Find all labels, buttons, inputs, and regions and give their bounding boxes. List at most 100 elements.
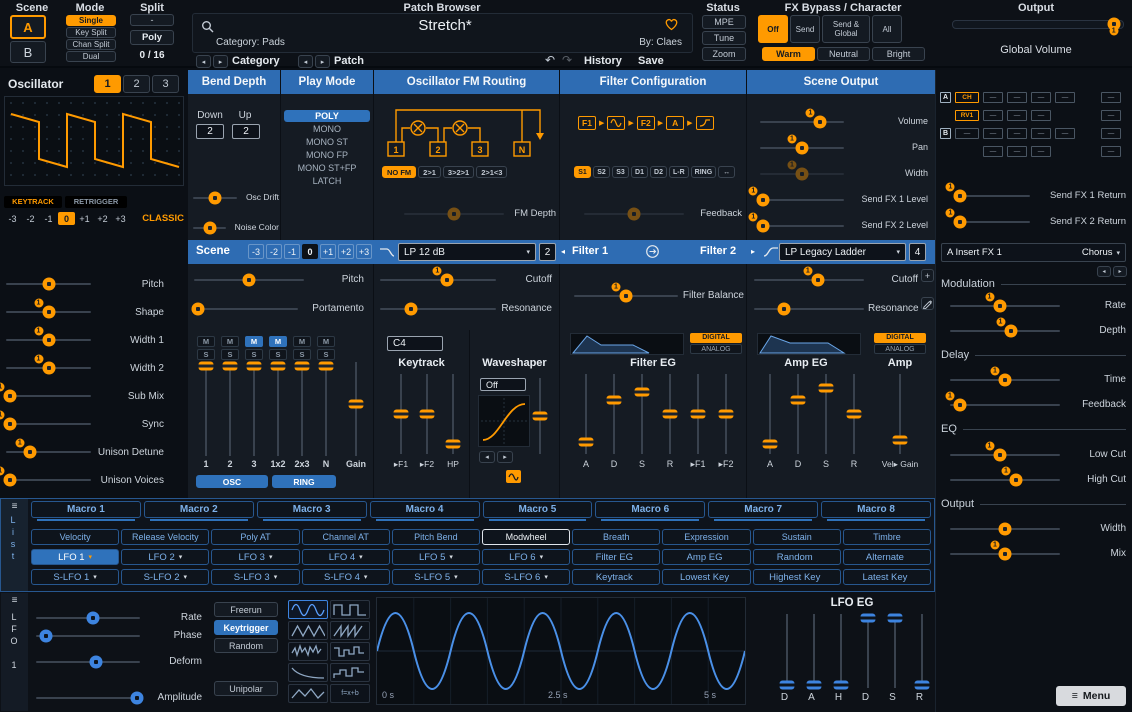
macro-value-bar[interactable] bbox=[489, 519, 587, 521]
keytrack-root-note[interactable]: C4 bbox=[387, 336, 443, 351]
filter-config-button[interactable]: S2 bbox=[593, 166, 610, 178]
category-next-button[interactable]: ▸ bbox=[213, 55, 228, 68]
scene-octave-button[interactable]: -1 bbox=[284, 244, 300, 259]
search-icon[interactable] bbox=[201, 20, 214, 33]
mod-source-button[interactable]: Breath bbox=[572, 529, 660, 545]
fm-routing-diagram[interactable]: 1 2 3 N bbox=[382, 98, 552, 162]
category-prev-button[interactable]: ◂ bbox=[196, 55, 211, 68]
filter2-type-dropdown[interactable]: LP Legacy Ladder▾ bbox=[779, 243, 906, 261]
chevron-down-icon[interactable]: ▾ bbox=[540, 553, 544, 561]
fx-slot-empty[interactable]: — bbox=[1007, 110, 1027, 121]
lfo-shape-saw[interactable] bbox=[330, 621, 370, 640]
fx-slot-empty[interactable]: — bbox=[1031, 128, 1051, 139]
macro-value-bar[interactable] bbox=[263, 519, 361, 521]
macro-value-bar[interactable] bbox=[714, 519, 812, 521]
macro-value-bar[interactable] bbox=[150, 519, 248, 521]
category-nav-label[interactable]: Category bbox=[232, 55, 280, 67]
osc-octave-button[interactable]: 0 bbox=[58, 212, 75, 225]
split-mode-button[interactable]: - bbox=[130, 14, 174, 26]
filter-config-button[interactable]: D1 bbox=[631, 166, 648, 178]
slfo-source-button[interactable]: Lowest Key bbox=[662, 569, 750, 585]
highpass-slider[interactable] bbox=[445, 374, 461, 454]
chevron-down-icon[interactable]: ▾ bbox=[179, 553, 183, 561]
scene-octave-button[interactable]: -3 bbox=[248, 244, 264, 259]
chevron-down-icon[interactable]: ▾ bbox=[269, 553, 273, 561]
lfo-source-button[interactable]: LFO 3▾ bbox=[211, 549, 299, 565]
undo-icon[interactable]: ↶ bbox=[545, 53, 555, 67]
amp-eg-decay-slider[interactable] bbox=[790, 374, 806, 454]
chevron-down-icon[interactable]: ▾ bbox=[184, 573, 188, 581]
chevron-down-icon[interactable]: ▾ bbox=[364, 573, 368, 581]
lfo-shape-sine[interactable] bbox=[288, 600, 328, 619]
status-button[interactable]: MPE bbox=[702, 15, 746, 29]
slfo-source-button[interactable]: S-LFO 5▾ bbox=[392, 569, 480, 585]
edit-pencil-button[interactable] bbox=[921, 297, 934, 310]
waveshaper-drive-slider[interactable] bbox=[532, 378, 548, 454]
slfo-source-button[interactable]: Latest Key bbox=[843, 569, 931, 585]
fx-bypass-button[interactable]: Send & Global bbox=[822, 15, 870, 43]
filter-eg-digital-toggle[interactable]: DIGITAL bbox=[690, 333, 742, 343]
amp-eg-attack-slider[interactable] bbox=[762, 374, 778, 454]
save-button[interactable]: Save bbox=[638, 55, 664, 67]
lfo-eg-sustain-slider[interactable] bbox=[887, 614, 903, 688]
mute-osc3-button[interactable]: M bbox=[245, 336, 263, 347]
mod-source-button[interactable]: Sustain bbox=[753, 529, 841, 545]
play-mode-option[interactable]: POLY bbox=[284, 110, 370, 122]
fx-slot-empty[interactable]: — bbox=[1031, 92, 1051, 103]
waveshaper-next-button[interactable]: ▸ bbox=[497, 451, 513, 463]
lfo-eg-decay-slider[interactable] bbox=[860, 614, 876, 688]
lfo-trigger-button[interactable]: Random bbox=[214, 638, 278, 653]
osc-octave-button[interactable]: +2 bbox=[94, 212, 111, 225]
insert-fx-prev-button[interactable]: ◂ bbox=[1097, 266, 1111, 277]
slfo-source-button[interactable]: S-LFO 1▾ bbox=[31, 569, 119, 585]
eg-to-f1-slider[interactable] bbox=[690, 374, 706, 454]
fx-global-slot[interactable]: — bbox=[1101, 110, 1121, 121]
macro-button[interactable]: Macro 2 bbox=[144, 501, 254, 518]
fx-slot-empty[interactable]: — bbox=[1055, 128, 1075, 139]
scene-octave-button[interactable]: -2 bbox=[266, 244, 282, 259]
filter-eg-release-slider[interactable] bbox=[662, 374, 678, 454]
macro-value-bar[interactable] bbox=[827, 519, 925, 521]
insert-fx-next-button[interactable]: ▸ bbox=[1113, 266, 1127, 277]
mod-source-button[interactable]: Expression bbox=[662, 529, 750, 545]
macro-value-bar[interactable] bbox=[376, 519, 474, 521]
slfo-source-button[interactable]: S-LFO 6▾ bbox=[482, 569, 570, 585]
status-button[interactable]: Zoom bbox=[702, 47, 746, 61]
mode-button[interactable]: Key Split bbox=[66, 27, 116, 38]
chevron-down-icon[interactable]: ▾ bbox=[449, 553, 453, 561]
chevron-down-icon[interactable]: ▾ bbox=[93, 573, 97, 581]
mixer-osc1-slider[interactable] bbox=[198, 362, 214, 456]
mod-source-button[interactable]: Velocity bbox=[31, 529, 119, 545]
chevron-down-icon[interactable]: ▾ bbox=[544, 573, 548, 581]
amp-eg-release-slider[interactable] bbox=[846, 374, 862, 454]
osc-octave-button[interactable]: +1 bbox=[76, 212, 93, 225]
menu-button[interactable]: ≡Menu bbox=[1056, 686, 1126, 706]
mute-ring2-button[interactable]: M bbox=[293, 336, 311, 347]
lfo-source-button[interactable]: LFO 4▾ bbox=[302, 549, 390, 565]
filter1-arrow-icon[interactable]: ◂ bbox=[561, 247, 565, 256]
scene-octave-button[interactable]: +2 bbox=[338, 244, 354, 259]
filter2-label[interactable]: Filter 2 bbox=[700, 245, 736, 257]
mixer-ring2-slider[interactable] bbox=[294, 362, 310, 456]
lfo-shape-triangle[interactable] bbox=[288, 621, 328, 640]
solo-osc1-button[interactable]: S bbox=[197, 349, 215, 360]
mixer-ring1-slider[interactable] bbox=[270, 362, 286, 456]
favorite-heart-icon[interactable] bbox=[664, 17, 679, 31]
lfo-menu-icon[interactable]: ≡ bbox=[1, 595, 28, 606]
lfo-source-button[interactable]: LFO 1▾ bbox=[31, 549, 119, 565]
fx-slot-empty[interactable]: — bbox=[983, 128, 1003, 139]
history-button[interactable]: History bbox=[584, 55, 622, 67]
slfo-source-button[interactable]: Keytrack bbox=[572, 569, 660, 585]
fx-bypass-button[interactable]: Off bbox=[758, 15, 788, 43]
patch-name[interactable]: Stretch* bbox=[280, 17, 610, 34]
patch-prev-button[interactable]: ◂ bbox=[298, 55, 313, 68]
osc-octave-button[interactable]: -1 bbox=[40, 212, 57, 225]
waveshaper-prev-button[interactable]: ◂ bbox=[479, 451, 495, 463]
waveshaper-drive-icon[interactable] bbox=[506, 470, 521, 483]
play-mode-option[interactable]: MONO ST+FP bbox=[284, 162, 370, 174]
filter-eg-analog-toggle[interactable]: ANALOG bbox=[690, 344, 742, 354]
fx-slot-empty[interactable]: — bbox=[1007, 146, 1027, 157]
lfo-shape-noise[interactable] bbox=[288, 642, 328, 661]
lfo-source-button[interactable]: Random bbox=[753, 549, 841, 565]
solo-ring2-button[interactable]: S bbox=[293, 349, 311, 360]
